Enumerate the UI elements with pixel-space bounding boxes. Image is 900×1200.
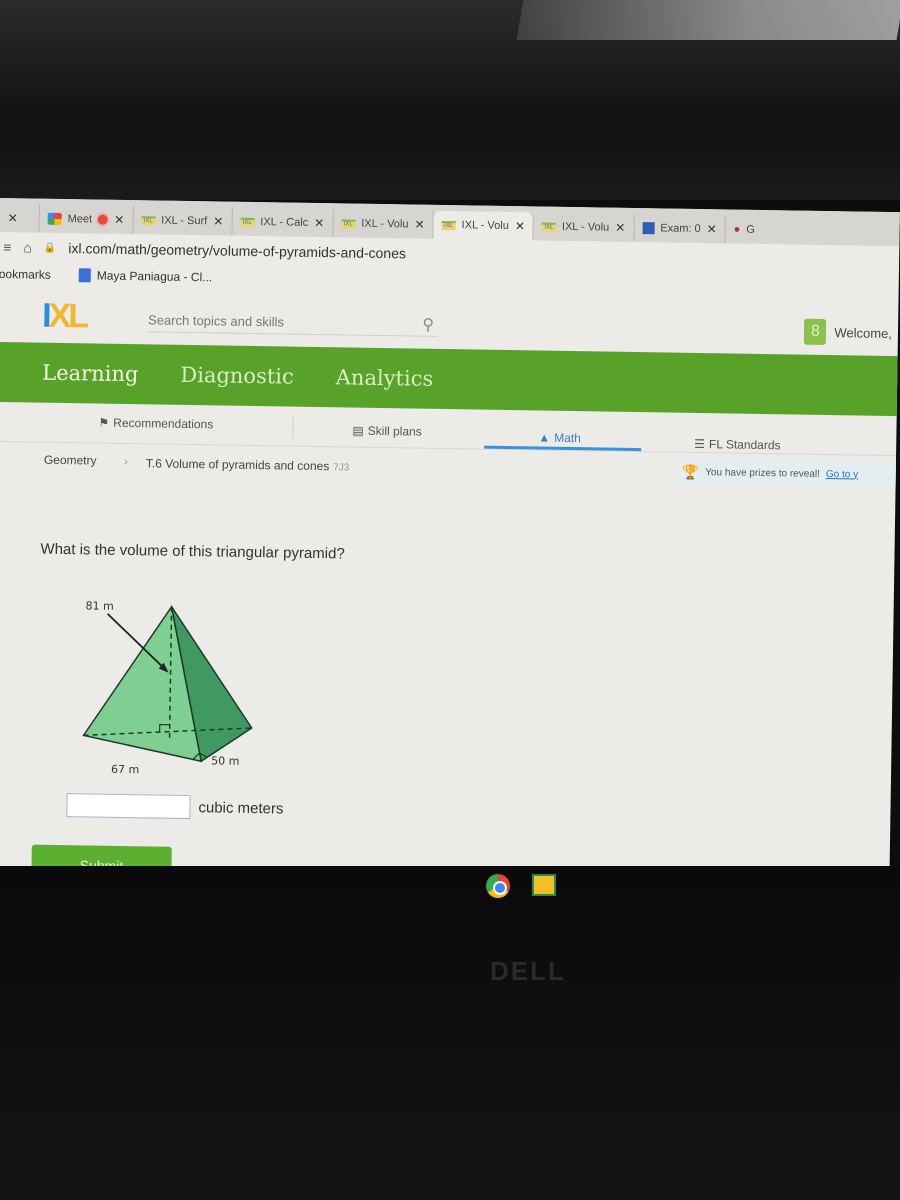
tab-partial[interactable]: ✕ (0, 203, 40, 233)
ixl-logo[interactable]: IXL (42, 297, 86, 336)
close-icon[interactable]: ✕ (8, 211, 18, 225)
subnav-math[interactable]: ▲ Math (538, 430, 581, 445)
welcome-text: Welcome, (834, 324, 893, 341)
skill-plans-icon: ▤ (352, 423, 364, 438)
tab-ixl-volu-active[interactable]: IXL IXL - Volu ✕ (433, 210, 535, 241)
brand-logo: DELL (490, 956, 566, 986)
chrome-icon[interactable] (486, 874, 510, 898)
close-icon[interactable]: ✕ (414, 218, 424, 232)
monitor-bezel-top (0, 0, 900, 200)
subnav-label: FL Standards (708, 437, 781, 453)
subnav-label: Recommendations (113, 415, 214, 432)
base-leg1-label: 67 m (111, 763, 139, 776)
home-icon[interactable]: ⌂ (23, 239, 32, 255)
url-field[interactable]: ixl.com/math/geometry/volume-of-pyramids… (68, 240, 406, 261)
breadcrumb-skill: T.6 Volume of pyramids and cones 7J3 (146, 456, 350, 473)
tab-ixl-calc[interactable]: IXL IXL - Calc ✕ (232, 207, 334, 238)
tab-label: G (746, 223, 756, 236)
tab-profile[interactable]: ● G (725, 215, 763, 244)
nav-learning[interactable]: Learning (42, 361, 139, 387)
subnav-fl-standards[interactable]: ☰ FL Standards (694, 437, 781, 452)
tab-ixl-volu-1[interactable]: IXL IXL - Volu ✕ (333, 209, 434, 239)
ixl-favicon-icon: IXL (240, 217, 255, 227)
tab-label: IXL - Calc (260, 216, 309, 229)
tab-label: Exam: 0 (660, 222, 701, 236)
search-input[interactable]: Search topics and skills ⚲ (147, 306, 439, 337)
docs-icon (78, 268, 91, 283)
logo-xl: XL (48, 296, 87, 336)
close-icon[interactable]: ✕ (213, 214, 223, 228)
bookmark-label: Maya Paniagua - Cl... (96, 268, 213, 284)
trophy-icon: 🏆 (681, 463, 700, 480)
avatar-icon: 8 (804, 318, 827, 345)
tab-label: IXL - Surf (161, 214, 208, 228)
answer-row: cubic meters (66, 793, 284, 820)
subnav-label: Math (554, 430, 581, 446)
close-icon[interactable]: ✕ (515, 219, 525, 233)
prizes-banner: 🏆 You have prizes to reveal! Go to y (675, 458, 900, 489)
ixl-favicon-icon: IXL (341, 218, 356, 229)
classroom-icon[interactable] (532, 874, 556, 896)
tab-meet[interactable]: Meet ✕ (39, 204, 134, 235)
question-prompt: What is the volume of this triangular py… (40, 540, 345, 563)
standards-icon: ☰ (694, 436, 706, 452)
tab-label: IXL - Volu (561, 220, 610, 234)
glare (516, 0, 900, 40)
height-label: 81 m (86, 599, 114, 612)
subnav-label: Skill plans (367, 423, 422, 439)
ixl-favicon-icon: IXL (441, 220, 456, 230)
answer-input[interactable] (66, 793, 191, 820)
skill-name: T.6 Volume of pyramids and cones (145, 456, 330, 474)
subnav-recommendations[interactable]: ⚑ Recommendations (98, 416, 213, 432)
nav-diagnostic[interactable]: Diagnostic (180, 363, 294, 389)
ixl-favicon-icon: IXL (541, 222, 557, 232)
user-menu[interactable]: 8 Welcome, (804, 318, 893, 346)
base-leg2-label: 50 m (211, 754, 239, 767)
tab-label: IXL - Volu (461, 219, 509, 232)
browser-screen: ✕ Meet ✕ IXL IXL - Surf ✕ IXL IXL - Calc ✕ IX… (0, 198, 900, 881)
skill-code: 7J3 (333, 462, 350, 474)
ixl-favicon-icon: IXL (141, 215, 156, 225)
close-icon[interactable]: ✕ (615, 221, 625, 235)
recommendations-icon: ⚑ (98, 415, 110, 430)
breadcrumb-geometry[interactable]: Geometry (44, 453, 97, 468)
pyramid-figure: 81 m 67 m 50 m (82, 599, 253, 776)
tab-label: Meet (67, 213, 93, 226)
close-icon[interactable]: ✕ (314, 216, 324, 230)
menu-icon[interactable]: ≡ (3, 239, 11, 255)
bookmark-item[interactable]: Maya Paniagua - Cl... (78, 268, 213, 285)
recording-icon (98, 214, 109, 225)
close-icon[interactable]: ✕ (707, 222, 717, 236)
close-icon[interactable]: ✕ (114, 213, 124, 227)
chevron-right-icon: › (123, 453, 128, 469)
prizes-text: You have prizes to reveal! (705, 466, 820, 480)
meet-icon (48, 213, 62, 225)
tab-ixl-volu-2[interactable]: IXL IXL - Volu ✕ (533, 212, 635, 242)
tab-label: IXL - Volu (361, 217, 409, 231)
profile-icon: ● (733, 223, 741, 236)
monitor-bezel-bottom: DELL (0, 866, 900, 1200)
tab-ixl-surf[interactable]: IXL IXL - Surf ✕ (132, 206, 233, 236)
subnav-skill-plans[interactable]: ▤ Skill plans (352, 424, 422, 439)
os-shelf (486, 874, 556, 898)
nav-analytics[interactable]: Analytics (336, 365, 434, 391)
unit-label: cubic meters (198, 798, 284, 818)
search-icon[interactable]: ⚲ (422, 315, 434, 335)
pyramid-icon: ▲ (538, 430, 551, 445)
bookmarks-label: ookmarks (0, 266, 51, 282)
divider (292, 414, 294, 439)
tab-exam[interactable]: Exam: 0 ✕ (634, 213, 726, 244)
search-placeholder: Search topics and skills (147, 312, 285, 330)
prizes-link[interactable]: Go to y (826, 469, 858, 481)
lock-icon: 🔒 (43, 242, 57, 254)
exam-favicon-icon (642, 222, 655, 235)
